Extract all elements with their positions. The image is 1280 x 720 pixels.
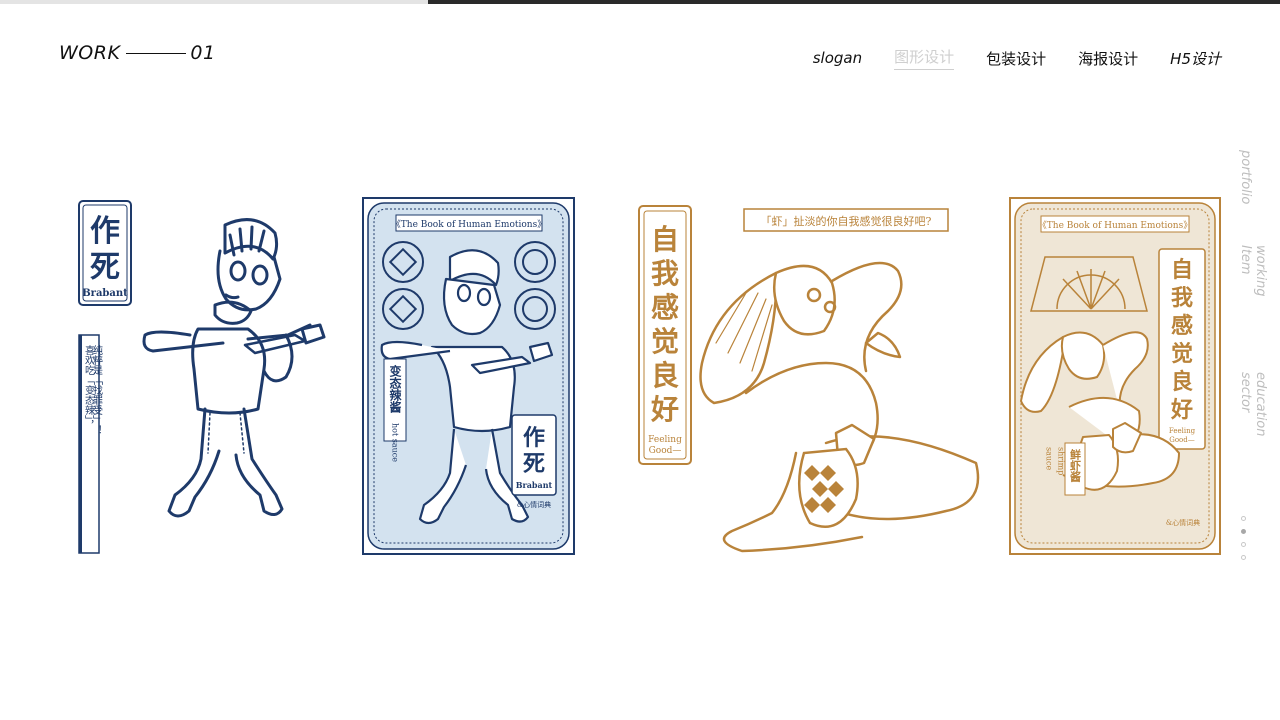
work-divider bbox=[126, 52, 187, 54]
work-text: WORK bbox=[59, 42, 121, 64]
top-nav: slogan 图形设计 包装设计 海报设计 H5设计 bbox=[813, 46, 1221, 70]
nav-item-h5-design[interactable]: H5设计 bbox=[1170, 48, 1221, 69]
poster-badge-char-2: 死 bbox=[523, 451, 545, 477]
artwork-zuosi-character: 作 死 Brabant 喜欢吃「变态辣」， 纯粹是「找罪受」！ bbox=[78, 200, 326, 554]
pager-dot[interactable] bbox=[1241, 542, 1246, 547]
title-char-6: 好 bbox=[1170, 397, 1193, 423]
poster-en-label-2: sauce bbox=[1045, 447, 1054, 471]
title-char-1: 自 bbox=[1171, 257, 1193, 283]
side-nav-working-item[interactable]: working Item bbox=[1238, 245, 1268, 297]
poster-footer: &心情词典 bbox=[1166, 518, 1200, 527]
title-char-4: 觉 bbox=[1171, 341, 1193, 367]
tagline-col-2: 纯粹是「找罪受」！ bbox=[91, 344, 103, 435]
work-label: WORK 01 bbox=[59, 42, 216, 64]
zuosi-badge: 作 死 Brabant bbox=[78, 200, 132, 306]
work-number: 01 bbox=[190, 42, 216, 64]
nav-item-graphic-design[interactable]: 图形设计 bbox=[894, 46, 955, 70]
pager-dots bbox=[1241, 516, 1246, 568]
nav-item-poster-design[interactable]: 海报设计 bbox=[1078, 48, 1138, 69]
poster-book-title: 《The Book of Human Emotions》 bbox=[392, 219, 546, 230]
nav-item-slogan[interactable]: slogan bbox=[813, 49, 862, 67]
title-char-2: 我 bbox=[1171, 285, 1193, 311]
top-progress-track bbox=[0, 0, 430, 4]
top-progress-bar bbox=[428, 0, 1280, 4]
title-char-5: 良 bbox=[1171, 369, 1193, 395]
zuosi-figure bbox=[142, 218, 326, 518]
poster-en-label-1: shrimp bbox=[1057, 447, 1066, 475]
feeling-good-badge: 自 我 感 觉 良 好 Feeling Good— bbox=[638, 205, 692, 465]
title-en-2: Good— bbox=[649, 446, 682, 456]
badge-char-2: 死 bbox=[90, 250, 120, 285]
tagline-panel: 喜欢吃「变态辣」， 纯粹是「找罪受」！ bbox=[78, 334, 103, 554]
artwork-shrimp-sauce-poster: 《The Book of Human Emotions》 自 我 感 觉 良 好… bbox=[1009, 197, 1221, 555]
title-char-1: 自 bbox=[651, 223, 679, 256]
title-char-2: 我 bbox=[651, 257, 679, 290]
nav-item-packaging-design[interactable]: 包装设计 bbox=[986, 48, 1046, 69]
title-char-3: 感 bbox=[1171, 313, 1193, 339]
artwork-hot-sauce-poster: 《The Book of Human Emotions》 变态辣酱 hot sa… bbox=[362, 197, 575, 555]
title-en-1: Feeling bbox=[648, 435, 682, 445]
badge-char-1: 作 bbox=[90, 214, 120, 249]
poster-book-title: 《The Book of Human Emotions》 bbox=[1038, 220, 1192, 231]
title-char-5: 良 bbox=[651, 359, 679, 392]
poster-badge-sub: Brabant bbox=[516, 480, 553, 490]
pager-dot[interactable] bbox=[1241, 516, 1246, 521]
pager-dot[interactable] bbox=[1241, 555, 1246, 560]
title-char-4: 觉 bbox=[651, 325, 679, 358]
pager-dot-active[interactable] bbox=[1241, 529, 1246, 534]
poster-footer: &心情词典 bbox=[517, 500, 551, 509]
poster-cn-label: 鲜虾酱 bbox=[1069, 448, 1082, 483]
side-nav-portfolio[interactable]: portfolio bbox=[1238, 150, 1253, 204]
artwork-feeling-good-character: 自 我 感 觉 良 好 Feeling Good— 「虾」扯淡的你自我感觉很良好… bbox=[638, 205, 980, 553]
badge-sub: Brabant bbox=[82, 288, 128, 299]
title-char-6: 好 bbox=[650, 393, 679, 426]
title-en-2: Good— bbox=[1169, 436, 1195, 444]
title-char-3: 感 bbox=[651, 291, 679, 324]
poster-en-label: hot sauce bbox=[391, 423, 400, 462]
poster-cn-label: 变态辣酱 bbox=[388, 364, 402, 414]
side-nav-education-sector[interactable]: education sector bbox=[1238, 372, 1268, 437]
caption: 「虾」扯淡的你自我感觉很良好吧? bbox=[761, 214, 932, 228]
poster-badge-char-1: 作 bbox=[523, 425, 545, 451]
title-en-1: Feeling bbox=[1169, 427, 1196, 435]
